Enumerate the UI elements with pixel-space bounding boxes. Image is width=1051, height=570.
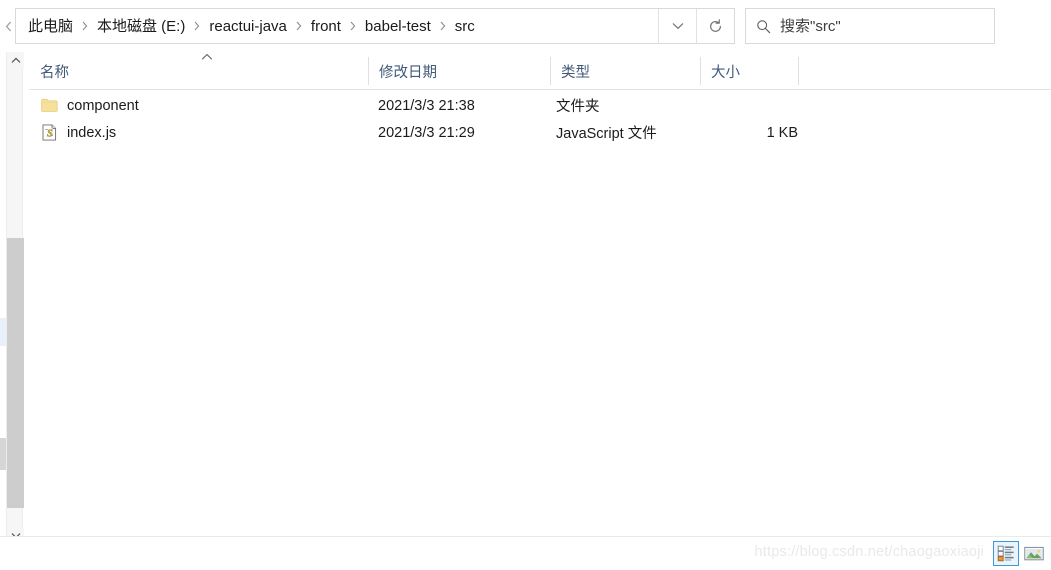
javascript-file-icon: S (40, 124, 58, 142)
file-type-cell: 文件夹 (556, 99, 600, 115)
search-icon (746, 19, 780, 34)
file-explorer-window: 此电脑 本地磁盘 (E:) reactui-java front babel-t… (0, 0, 1051, 570)
file-size-cell: 1 KB (766, 124, 798, 141)
refresh-button[interactable] (696, 9, 734, 43)
breadcrumb-item-5[interactable]: src (453, 16, 477, 37)
file-date-cell: 2021/3/3 21:29 (378, 124, 475, 141)
column-header-name[interactable]: 名称 (29, 52, 368, 90)
breadcrumb-item-3[interactable]: front (309, 16, 343, 37)
breadcrumb-item-0[interactable]: 此电脑 (26, 16, 75, 37)
view-mode-buttons (993, 541, 1047, 566)
breadcrumb-separator-icon (343, 21, 363, 31)
breadcrumb-separator-icon (289, 21, 309, 31)
breadcrumb-separator-icon (433, 21, 453, 31)
file-name-cell: S index.js (40, 124, 116, 142)
details-view-icon (997, 545, 1015, 562)
breadcrumb-item-2[interactable]: reactui-java (207, 16, 289, 37)
breadcrumb: 此电脑 本地磁盘 (E:) reactui-java front babel-t… (16, 9, 658, 43)
search-box[interactable] (745, 8, 995, 44)
search-input[interactable] (780, 11, 994, 41)
table-row[interactable]: S index.js 2021/3/3 21:29 JavaScript 文件 … (29, 119, 1051, 146)
table-row[interactable]: component 2021/3/3 21:38 文件夹 (29, 92, 1051, 119)
details-view-button[interactable] (993, 541, 1019, 566)
column-header-size[interactable]: 大小 (700, 52, 798, 90)
breadcrumb-separator-icon (75, 21, 95, 31)
address-history-dropdown-button[interactable] (658, 9, 696, 43)
breadcrumb-item-4[interactable]: babel-test (363, 16, 433, 37)
file-type-cell: JavaScript 文件 (556, 126, 657, 142)
large-icons-view-button[interactable] (1021, 541, 1047, 566)
file-name-cell: component (40, 97, 139, 115)
sort-ascending-caret-icon (201, 53, 213, 61)
navigation-pane-scrollbar[interactable] (6, 52, 24, 544)
column-header-size-label: 大小 (711, 64, 740, 81)
folder-icon (40, 97, 58, 115)
breadcrumb-separator-icon (187, 21, 207, 31)
column-header-type[interactable]: 类型 (550, 52, 700, 90)
scrollbar-thumb[interactable] (7, 238, 24, 508)
file-name-label: index.js (67, 124, 117, 141)
address-bar[interactable]: 此电脑 本地磁盘 (E:) reactui-java front babel-t… (15, 8, 735, 44)
chevron-up-icon (11, 57, 21, 64)
back-chevron-icon[interactable] (1, 21, 15, 32)
status-bar: https://blog.csdn.net/chaogaoxiaoji (0, 536, 1051, 570)
file-list: component 2021/3/3 21:38 文件夹 S index.js … (29, 92, 1051, 532)
column-header-date-modified-label: 修改日期 (379, 64, 437, 81)
column-header-name-label: 名称 (40, 64, 69, 81)
file-name-label: component (67, 97, 139, 114)
watermark-text: https://blog.csdn.net/chaogaoxiaoji (754, 544, 984, 560)
column-header-row: 名称 修改日期 类型 大小 (29, 52, 1051, 90)
breadcrumb-item-1[interactable]: 本地磁盘 (E:) (95, 16, 187, 37)
address-toolbar: 此电脑 本地磁盘 (E:) reactui-java front babel-t… (0, 0, 1051, 52)
refresh-icon (708, 18, 723, 34)
column-header-type-label: 类型 (561, 64, 590, 81)
large-icons-view-icon (1024, 545, 1044, 562)
chevron-down-icon (672, 22, 684, 30)
file-date-cell: 2021/3/3 21:38 (378, 97, 475, 114)
column-divider[interactable] (798, 57, 799, 85)
column-header-date-modified[interactable]: 修改日期 (368, 52, 550, 90)
scroll-up-button[interactable] (7, 52, 24, 69)
